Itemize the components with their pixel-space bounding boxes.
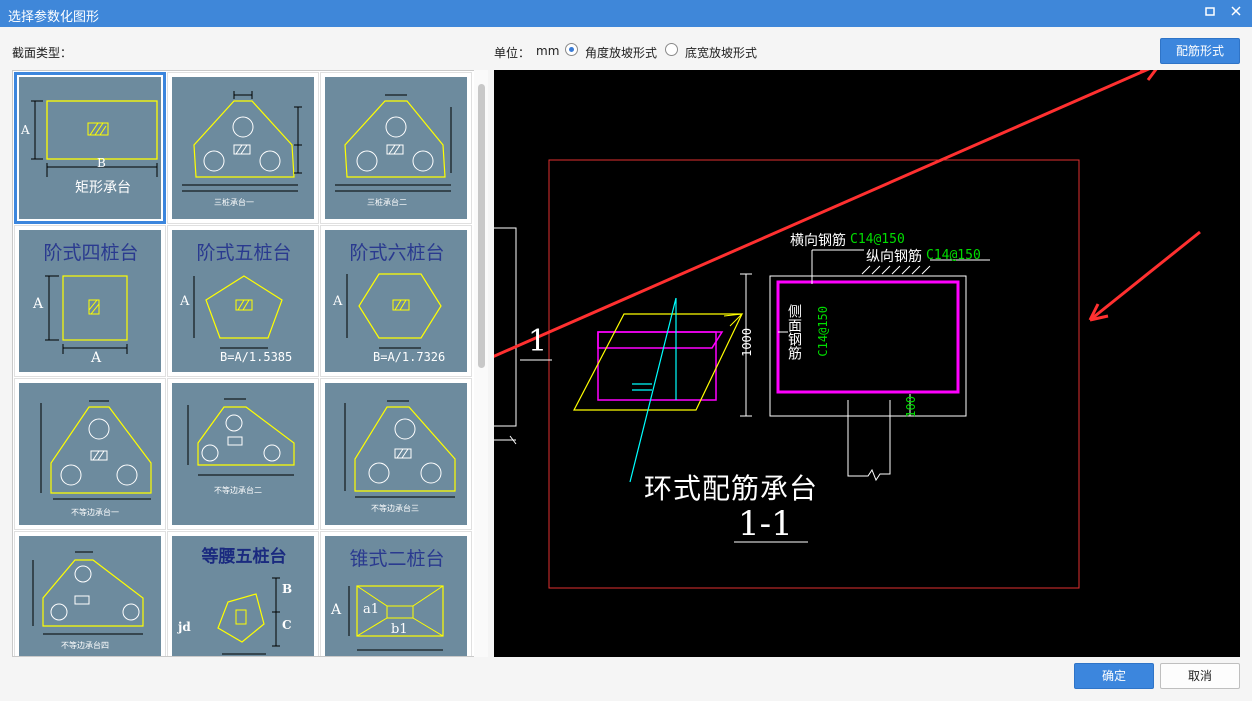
tile-caption: 不等边承台一 (71, 508, 119, 517)
small-dimension: 100 (904, 396, 918, 418)
tile-rect-cap[interactable]: A B 矩形承台 (14, 72, 166, 224)
shape-gallery: A B 矩形承台 三桩承台一 三桩承台二 阶式四桩台 A A 阶式五桩台 A B… (12, 70, 488, 657)
tile-formula: B=A/1.7326 (373, 350, 446, 364)
angle-slope-radio[interactable] (565, 43, 578, 56)
tile-image: A B 矩形承台 (19, 77, 161, 219)
tile-image: 不等边承台三 (325, 383, 467, 525)
tile-caption: 三桩承台一 (214, 198, 254, 207)
longitudinal-rebar-label: 纵向钢筋 (866, 249, 922, 265)
tile-caption: 矩形承台 (75, 180, 131, 196)
tile-caption: 阶式六桩台 (349, 242, 445, 264)
width-slope-label[interactable]: 底宽放坡形式 (685, 44, 757, 61)
tile-image: 不等边承台四 (19, 536, 161, 656)
tile-image: 锥式二桩台 A a1 b1 (325, 536, 467, 656)
tile-caption: 不等边承台四 (61, 641, 109, 650)
section-mark: 1 (528, 324, 548, 359)
cad-preview: 1 环式配筋承台 1-1 横向钢筋 C14@150 纵向钢筋 C14@150 侧… (494, 70, 1240, 657)
tile-image: 三桩承台二 (325, 77, 467, 219)
param-shape-dialog: 选择参数化图形 截面类型： 单位： mm 角度放坡形式 底宽放坡形式 配筋形式 (0, 0, 1252, 701)
dim-label-b: B (282, 582, 293, 596)
section-name: 1-1 (738, 504, 793, 544)
tile-step-four-pile[interactable]: 阶式四桩台 A A (14, 225, 166, 377)
tile-image: 不等边承台一 (19, 383, 161, 525)
tile-caption: 阶式五桩台 (196, 242, 292, 264)
side-rebar-spec: C14@150 (816, 306, 830, 357)
preview-title: 环式配筋承台 (644, 472, 819, 505)
tile-step-five-pile[interactable]: 阶式五桩台 A B=A/1.5385 (167, 225, 319, 377)
tile-caption: 不等边承台二 (214, 486, 262, 495)
ok-button[interactable]: 确定 (1074, 663, 1154, 689)
side-rebar-label: 侧面钢筋 (786, 304, 802, 360)
width-slope-radio[interactable] (665, 43, 678, 56)
dim-label-a1: a1 (363, 602, 380, 617)
tile-unequal-3[interactable]: 不等边承台三 (320, 378, 472, 530)
tile-unequal-4[interactable]: 不等边承台四 (14, 531, 166, 656)
tile-isosceles-five-pile[interactable]: 等腰五桩台 B C jd (167, 531, 319, 656)
rebar-form-button[interactable]: 配筋形式 (1160, 38, 1240, 64)
angle-slope-label[interactable]: 角度放坡形式 (585, 44, 657, 61)
tile-caption: 不等边承台三 (371, 504, 419, 513)
tile-image: 不等边承台二 (172, 383, 314, 525)
tile-unequal-1[interactable]: 不等边承台一 (14, 378, 166, 530)
dim-label-b1: b1 (391, 622, 408, 637)
unit-label: 单位： (494, 46, 531, 60)
dim-label-a: A (333, 294, 343, 309)
tile-image: 等腰五桩台 B C jd (172, 536, 314, 656)
dim-label-a: A (21, 123, 30, 137)
tile-image: 阶式六桩台 A B=A/1.7326 (325, 230, 467, 372)
scrollbar-thumb[interactable] (478, 84, 485, 368)
tile-caption: 三桩承台二 (367, 198, 407, 207)
close-icon[interactable] (1226, 4, 1246, 22)
tile-image: 三桩承台一 (172, 77, 314, 219)
tile-three-pile-1[interactable]: 三桩承台一 (167, 72, 319, 224)
tile-unequal-2[interactable]: 不等边承台二 (167, 378, 319, 530)
dim-label-c: C (282, 618, 292, 632)
horizontal-rebar-label: 横向钢筋 (790, 233, 846, 249)
dim-label-jd: jd (178, 620, 191, 634)
tile-caption: 锥式二桩台 (349, 548, 445, 570)
horizontal-rebar-spec: C14@150 (850, 232, 905, 247)
tile-cone-two-pile[interactable]: 锥式二桩台 A a1 b1 (320, 531, 472, 656)
section-type-label: 截面类型： (12, 46, 73, 60)
title-bar: 选择参数化图形 (0, 0, 1252, 27)
dim-label-a: A (180, 294, 190, 309)
tile-formula: B=A/1.5385 (220, 350, 293, 364)
tile-caption: 等腰五桩台 (201, 547, 287, 567)
tile-image: 阶式四桩台 A A (19, 230, 161, 372)
dim-label-b: B (97, 156, 106, 170)
unit-value: mm (536, 44, 560, 58)
tile-step-six-pile[interactable]: 阶式六桩台 A B=A/1.7326 (320, 225, 472, 377)
tile-image: 阶式五桩台 A B=A/1.5385 (172, 230, 314, 372)
dim-label-a: A (331, 602, 342, 618)
longitudinal-rebar-spec: C14@150 (926, 248, 981, 263)
dim-label-a2: A (91, 350, 102, 366)
cancel-button[interactable]: 取消 (1160, 663, 1240, 689)
tile-caption: 阶式四桩台 (43, 242, 139, 264)
maximize-icon[interactable] (1200, 4, 1220, 22)
dim-label-a: A (33, 296, 44, 312)
window-title: 选择参数化图形 (8, 10, 100, 25)
height-dimension: 1000 (740, 328, 754, 357)
tile-three-pile-2[interactable]: 三桩承台二 (320, 72, 472, 224)
